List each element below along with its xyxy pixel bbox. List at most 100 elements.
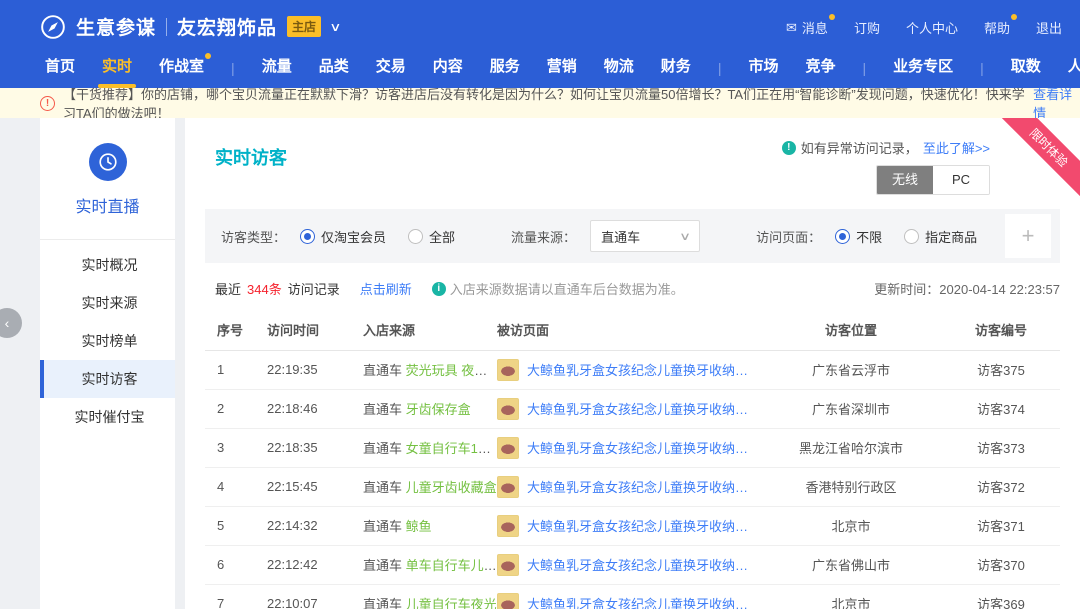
visitor-type-radio-全部[interactable]: 全部: [408, 227, 455, 246]
product-thumbnail: [497, 437, 519, 459]
toggle-无线[interactable]: 无线: [877, 166, 933, 194]
sidebar-item-实时访客[interactable]: 实时访客: [40, 360, 175, 398]
nav-item-物流[interactable]: 物流: [604, 55, 634, 88]
product-link[interactable]: 大鲸鱼乳牙盒女孩纪念儿童换牙收纳盒宝宝胎发保存收藏装...: [527, 594, 760, 609]
top-link-退出[interactable]: 退出: [1036, 18, 1062, 37]
notice-bar: ! 【干货推荐】你的店铺，哪个宝贝流量正在默默下滑？访客进店后没有转化是因为什么…: [0, 88, 1080, 118]
top-link-帮助[interactable]: 帮助: [984, 18, 1010, 37]
table-row: 222:18:46直通车 牙齿保存盒大鲸鱼乳牙盒女孩纪念儿童换牙收纳盒宝宝胎发保…: [205, 389, 1060, 428]
cell-visited-page: 大鲸鱼乳牙盒女孩纪念儿童换牙收纳盒宝宝胎发保存收藏装...: [497, 350, 760, 389]
nav-item-竞争[interactable]: 竞争: [805, 55, 835, 88]
nav-item-营销[interactable]: 营销: [547, 55, 577, 88]
notification-dot: [829, 14, 835, 20]
sidebar-item-实时催付宝[interactable]: 实时催付宝: [40, 398, 175, 436]
nav-item-市场[interactable]: 市场: [748, 55, 778, 88]
nav-item-首页[interactable]: 首页: [45, 55, 75, 88]
nav-item-人群管理[interactable]: 人群管理: [1068, 55, 1080, 88]
app-header: 生意参谋 友宏翔饰品 主店 ∨ ✉消息订购个人中心帮助退出 首页实时作战室|流量…: [0, 0, 1080, 88]
visited-page-wrap: 大鲸鱼乳牙盒女孩纪念儿童换牙收纳盒宝宝胎发保存收藏装...: [497, 398, 760, 420]
visit-page-radio-指定商品[interactable]: 指定商品: [904, 227, 977, 246]
toggle-PC[interactable]: PC: [933, 166, 989, 194]
visit-page-label: 访问页面：: [756, 227, 821, 246]
entry-channel: 直通车: [363, 363, 406, 378]
notification-dot: [205, 53, 211, 59]
cell-seq: 7: [205, 584, 267, 609]
cell-seq: 1: [205, 350, 267, 389]
device-toggle: 无线PC: [876, 165, 990, 195]
cell-visitor-id: 访客375: [942, 350, 1060, 389]
abnormal-text: 如有异常访问记录，: [801, 138, 918, 157]
cell-visitor-location: 黑龙江省哈尔滨市: [760, 428, 942, 467]
product-link[interactable]: 大鲸鱼乳牙盒女孩纪念儿童换牙收纳盒宝宝胎发保存收藏装...: [527, 399, 760, 418]
chevron-down-icon: ∨: [679, 230, 691, 243]
product-link[interactable]: 大鲸鱼乳牙盒女孩纪念儿童换牙收纳盒宝宝胎发保存收藏装...: [527, 516, 760, 535]
top-link-订购[interactable]: 订购: [854, 18, 880, 37]
entry-channel: 直通车: [363, 402, 406, 417]
cell-visitor-id: 访客373: [942, 428, 1060, 467]
visit-page-radio-不限[interactable]: 不限: [835, 227, 882, 246]
top-link-个人中心[interactable]: 个人中心: [906, 18, 958, 37]
abnormal-link[interactable]: 至此了解>>: [923, 138, 990, 157]
sidebar-item-实时概况[interactable]: 实时概况: [40, 246, 175, 284]
record-count: 344条: [247, 279, 282, 298]
nav-item-流量[interactable]: 流量: [262, 55, 292, 88]
column-header-序号: 序号: [205, 310, 267, 350]
product-thumbnail: [497, 359, 519, 381]
nav-item-交易[interactable]: 交易: [376, 55, 406, 88]
table-row: 122:19:35直通车 荧光玩具 夜光塑...大鲸鱼乳牙盒女孩纪念儿童换牙收纳…: [205, 350, 1060, 389]
entry-keyword: 儿童牙齿收藏盒: [406, 480, 497, 495]
nav-item-取数[interactable]: 取数: [1011, 55, 1041, 88]
product-link[interactable]: 大鲸鱼乳牙盒女孩纪念儿童换牙收纳盒宝宝胎发保存收藏装...: [527, 477, 760, 496]
table-row: 322:18:35直通车 女童自行车12岁 ...大鲸鱼乳牙盒女孩纪念儿童换牙收…: [205, 428, 1060, 467]
nav-item-服务[interactable]: 服务: [490, 55, 520, 88]
cell-visitor-id: 访客369: [942, 584, 1060, 609]
alert-icon: !: [40, 96, 55, 111]
nav-item-内容[interactable]: 内容: [433, 55, 463, 88]
nav-item-作战室[interactable]: 作战室: [159, 55, 204, 88]
cell-seq: 2: [205, 389, 267, 428]
visited-page-wrap: 大鲸鱼乳牙盒女孩纪念儿童换牙收纳盒宝宝胎发保存收藏装...: [497, 476, 760, 498]
update-time: 更新时间：2020-04-14 22:23:57: [874, 279, 1060, 298]
cell-visited-page: 大鲸鱼乳牙盒女孩纪念儿童换牙收纳盒宝宝胎发保存收藏装...: [497, 506, 760, 545]
info-icon: !: [782, 141, 796, 155]
cell-visitor-location: 广东省云浮市: [760, 350, 942, 389]
nav-item-品类[interactable]: 品类: [319, 55, 349, 88]
visited-page-wrap: 大鲸鱼乳牙盒女孩纪念儿童换牙收纳盒宝宝胎发保存收藏装...: [497, 359, 760, 381]
sidebar-item-实时来源[interactable]: 实时来源: [40, 284, 175, 322]
filter-bar: 访客类型： 仅淘宝会员全部 流量来源： 直通车 ∨ 访问页面： 不限指定商品 +: [205, 209, 1060, 263]
entry-channel: 直通车: [363, 597, 406, 609]
info-icon: i: [432, 282, 446, 296]
column-header-访问时间: 访问时间: [267, 310, 363, 350]
add-product-button[interactable]: +: [1005, 214, 1051, 258]
product-thumbnail: [497, 398, 519, 420]
traffic-source-select[interactable]: 直通车 ∨: [590, 220, 700, 252]
product-link[interactable]: 大鲸鱼乳牙盒女孩纪念儿童换牙收纳盒宝宝胎发保存收藏装...: [527, 360, 760, 379]
nav-item-财务[interactable]: 财务: [661, 55, 691, 88]
radio-dot-icon: [408, 229, 423, 244]
chevron-down-icon[interactable]: ∨: [329, 20, 341, 34]
product-link[interactable]: 大鲸鱼乳牙盒女孩纪念儿童换牙收纳盒宝宝胎发保存收藏装...: [527, 438, 760, 457]
refresh-link[interactable]: 点击刷新: [360, 279, 412, 298]
sidebar-item-实时榜单[interactable]: 实时榜单: [40, 322, 175, 360]
visitor-type-radio-仅淘宝会员[interactable]: 仅淘宝会员: [300, 227, 386, 246]
source-note: i 入店来源数据请以直通车后台数据为准。: [432, 279, 684, 298]
top-link-消息[interactable]: ✉消息: [786, 18, 828, 37]
visited-page-wrap: 大鲸鱼乳牙盒女孩纪念儿童换牙收纳盒宝宝胎发保存收藏装...: [497, 593, 760, 609]
column-header-被访页面: 被访页面: [497, 310, 760, 350]
summary-suffix: 访问记录: [288, 279, 340, 298]
notice-detail-link[interactable]: 查看详情: [1033, 84, 1080, 122]
cell-visitor-id: 访客371: [942, 506, 1060, 545]
shop-name[interactable]: 友宏翔饰品: [177, 13, 277, 40]
notification-dot: [1011, 14, 1017, 20]
nav-item-业务专区[interactable]: 业务专区: [893, 55, 953, 88]
sidebar-collapse-button[interactable]: ‹: [0, 308, 22, 338]
top-link-label: 退出: [1036, 18, 1062, 37]
radio-dot-icon: [835, 229, 850, 244]
visited-page-wrap: 大鲸鱼乳牙盒女孩纪念儿童换牙收纳盒宝宝胎发保存收藏装...: [497, 437, 760, 459]
sidebar-title: 实时直播: [40, 193, 175, 217]
cell-entry-source: 直通车 单车自行车儿童 ...: [363, 545, 497, 584]
nav-item-实时[interactable]: 实时: [102, 55, 132, 88]
visited-page-wrap: 大鲸鱼乳牙盒女孩纪念儿童换牙收纳盒宝宝胎发保存收藏装...: [497, 554, 760, 576]
cell-visitor-location: 广东省深圳市: [760, 389, 942, 428]
product-link[interactable]: 大鲸鱼乳牙盒女孩纪念儿童换牙收纳盒宝宝胎发保存收藏装...: [527, 555, 760, 574]
